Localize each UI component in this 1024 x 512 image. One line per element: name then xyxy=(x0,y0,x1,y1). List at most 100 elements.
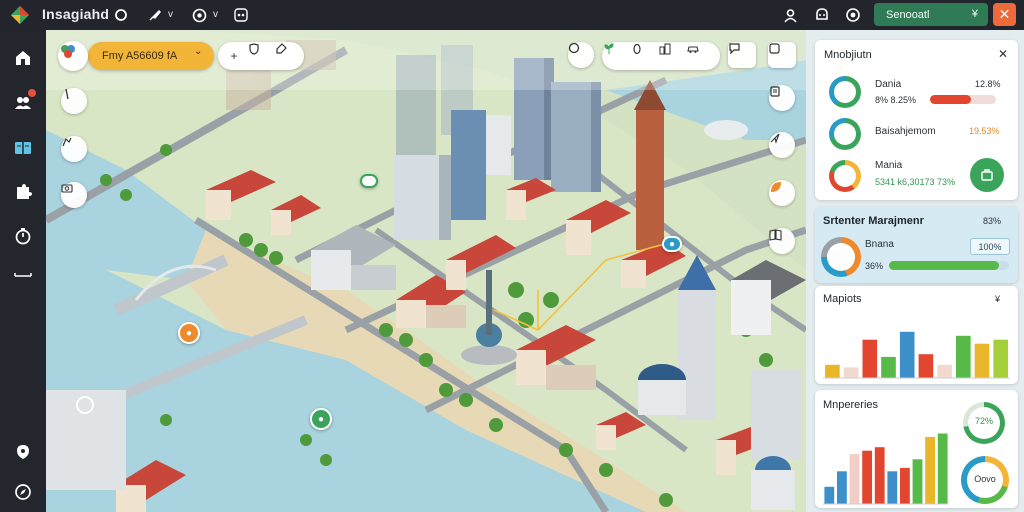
navigate-icon[interactable] xyxy=(769,132,795,158)
record-icon[interactable] xyxy=(568,42,594,68)
rotate-icon[interactable] xyxy=(61,136,87,162)
book-icon[interactable] xyxy=(13,138,33,158)
properties-ring-1: 72% xyxy=(963,402,1005,444)
map-marker-transit-icon[interactable]: ● xyxy=(662,236,682,252)
objectives-title: Mnobjiutn xyxy=(824,49,872,61)
user-icon[interactable] xyxy=(781,6,799,24)
bar-5 xyxy=(899,331,915,378)
properties-ring-2: Oovo xyxy=(961,456,1009,504)
bar-7 xyxy=(900,467,910,504)
home-icon[interactable] xyxy=(13,48,33,68)
app-window: Insagiahd v v Senooatl ¥ ✕ Fmy A56609 fA… xyxy=(0,0,1024,512)
camera-icon[interactable] xyxy=(61,182,87,208)
management-title: Srtenter Marajmenr xyxy=(823,215,924,227)
notification-badge xyxy=(28,89,36,97)
search-chevron-icon: ¥ xyxy=(971,8,978,20)
notifications-icon[interactable] xyxy=(813,6,831,24)
help-icon[interactable] xyxy=(13,442,33,462)
compass-icon[interactable] xyxy=(13,482,33,502)
baisahjemom-value: 19.53% xyxy=(969,126,1000,136)
properties-bar-chart xyxy=(823,433,949,505)
zoom-in-icon[interactable]: + xyxy=(221,43,247,69)
search-button-label: Senooatl xyxy=(886,8,930,21)
properties-ring-2-label: Oovo xyxy=(974,474,996,484)
maps-chart-card: Mapiots ¥ xyxy=(815,286,1018,384)
city-map[interactable]: Fmy A56609 fA ⌄ + ● ● ● xyxy=(46,30,806,512)
maps-chart-chevron-icon[interactable]: ¥ xyxy=(995,294,1000,304)
bar-8 xyxy=(912,459,923,504)
bar-8 xyxy=(956,335,971,378)
bar-6 xyxy=(918,354,934,378)
menu-lines-icon[interactable] xyxy=(13,266,33,286)
bar-9 xyxy=(974,343,990,378)
leaf-icon[interactable] xyxy=(769,180,795,206)
dania-sub: 8% 8.25% xyxy=(875,95,917,105)
bar-3 xyxy=(849,454,860,504)
settings-icon[interactable] xyxy=(844,6,862,24)
group-icon[interactable] xyxy=(13,89,36,112)
map-marker-flag-icon[interactable] xyxy=(360,174,378,188)
management-chip[interactable]: 100% xyxy=(970,238,1010,255)
location-pill-chevron-icon[interactable]: ⌄ xyxy=(194,46,202,57)
dania-label: Dania xyxy=(875,79,902,90)
right-panel: Mnobjiutn ✕ Dania 12.8% 8% 8.25% Baisahj… xyxy=(806,30,1024,512)
globe-icon[interactable] xyxy=(190,6,208,24)
management-card: Srtenter Marajmenr 83% Bnana 100% 36% xyxy=(815,207,1018,283)
puzzle-icon[interactable] xyxy=(13,182,33,202)
map-search-icon[interactable] xyxy=(76,396,94,414)
management-percent: 36% xyxy=(865,261,884,271)
bar-2 xyxy=(837,471,847,504)
plant-icon[interactable] xyxy=(603,43,629,69)
objectives-card: Mnobjiutn ✕ Dania 12.8% 8% 8.25% Baisahj… xyxy=(815,40,1018,200)
search-button[interactable]: Senooatl ¥ xyxy=(874,3,988,26)
bar-9 xyxy=(925,436,935,504)
brush-icon[interactable] xyxy=(146,6,164,24)
clipboard-icon[interactable] xyxy=(769,85,795,111)
maps-chart-title: Mapiots xyxy=(823,293,862,305)
globe-dropdown[interactable]: v xyxy=(213,9,218,20)
mania-sub: 5341 k6,30173 73% xyxy=(875,177,956,187)
car-icon[interactable] xyxy=(687,43,713,69)
baisahjemom-label: Baisahjemom xyxy=(875,126,936,137)
bar-2 xyxy=(843,367,859,378)
dania-progress-fill xyxy=(930,95,971,104)
close-button[interactable]: ✕ xyxy=(993,3,1016,26)
location-pill-label: Fmy A56609 fA xyxy=(102,50,178,62)
dania-value: 12.8% xyxy=(975,79,1001,89)
map-book-icon[interactable] xyxy=(769,228,795,254)
mania-label: Mania xyxy=(875,160,903,171)
dania-ring-icon xyxy=(829,76,861,108)
left-sidebar xyxy=(0,30,46,512)
timer-icon[interactable] xyxy=(13,226,33,246)
management-progress-fill xyxy=(889,261,999,270)
pin-icon[interactable] xyxy=(631,43,657,69)
objectives-close-icon[interactable]: ✕ xyxy=(998,47,1008,61)
map-marker-warning-icon[interactable]: ● xyxy=(178,322,200,344)
mania-ring-icon xyxy=(829,160,861,192)
circle-icon[interactable] xyxy=(112,6,130,24)
baisahjemom-ring-icon xyxy=(829,118,861,150)
tag-icon[interactable] xyxy=(275,43,301,69)
map-marker-park-icon[interactable]: ● xyxy=(310,408,332,430)
bar-5 xyxy=(874,447,885,504)
shield-icon[interactable] xyxy=(248,43,274,69)
bar-1 xyxy=(825,364,840,378)
bar-4 xyxy=(862,450,872,504)
bar-7 xyxy=(937,364,952,378)
bar-4 xyxy=(881,356,896,378)
properties-ring-1-label: 72% xyxy=(974,416,993,426)
marker-tool-icon[interactable] xyxy=(61,88,87,114)
open-folder-button[interactable] xyxy=(970,158,1004,192)
bar-3 xyxy=(862,339,878,378)
brand-logo-icon xyxy=(58,41,88,71)
properties-chart-title: Mnpereries xyxy=(823,399,879,411)
building-icon[interactable] xyxy=(659,43,685,69)
app-logo-icon xyxy=(11,6,29,24)
maps-bar-chart xyxy=(823,331,1010,379)
brush-dropdown[interactable]: v xyxy=(168,9,173,20)
bar-10 xyxy=(993,339,1008,378)
bar-6 xyxy=(887,471,898,504)
layers-icon[interactable] xyxy=(232,6,250,24)
chat-icon[interactable] xyxy=(728,42,756,68)
window-icon[interactable] xyxy=(768,42,796,68)
